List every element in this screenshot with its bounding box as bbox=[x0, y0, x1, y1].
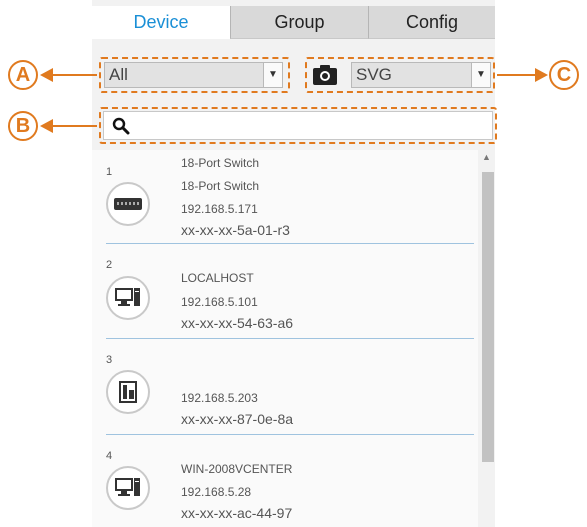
device-index: 4 bbox=[106, 450, 113, 462]
scroll-up-icon[interactable]: ▲ bbox=[478, 150, 495, 164]
device-name: LOCALHOST bbox=[181, 271, 254, 285]
server-icon bbox=[106, 370, 150, 414]
device-index: 3 bbox=[106, 354, 113, 366]
callout-c-line bbox=[497, 74, 537, 76]
tab-bar: Device Group Config bbox=[92, 6, 495, 39]
callout-a-line bbox=[52, 74, 97, 76]
device-mac: xx-xx-xx-54-63-a6 bbox=[181, 315, 294, 331]
callout-a: A bbox=[8, 60, 38, 90]
callout-a-arrow bbox=[40, 68, 53, 82]
device-ip: 192.168.5.101 bbox=[181, 295, 258, 309]
device-name: 18-Port Switch bbox=[181, 156, 260, 170]
device-list: 1 18-Port Switch 18-Port Switch 192.168.… bbox=[92, 150, 495, 527]
scroll-thumb[interactable] bbox=[482, 172, 494, 462]
chevron-down-icon[interactable]: ▼ bbox=[263, 63, 282, 87]
tab-group[interactable]: Group bbox=[230, 6, 368, 39]
list-item[interactable]: 3 192.168.5.203 xx-xx-xx-87-0e-8a bbox=[92, 340, 476, 434]
camera-icon[interactable] bbox=[312, 64, 338, 86]
device-ip: 192.168.5.203 bbox=[181, 391, 258, 405]
tab-device[interactable]: Device bbox=[92, 6, 230, 39]
scrollbar[interactable]: ▲ bbox=[478, 150, 495, 527]
device-index: 1 bbox=[106, 166, 113, 178]
device-mac: xx-xx-xx-87-0e-8a bbox=[181, 411, 294, 427]
format-dropdown[interactable]: SVG ▼ bbox=[351, 62, 491, 88]
device-mac: xx-xx-xx-5a-01-r3 bbox=[181, 222, 290, 238]
device-ip: 192.168.5.28 bbox=[181, 485, 252, 499]
callout-b-arrow bbox=[40, 119, 53, 133]
list-item[interactable]: 4 WIN-2008VCENTER 192.168.5.28 xx-xx-xx-… bbox=[92, 436, 476, 527]
search-icon bbox=[112, 117, 130, 135]
filter-dropdown[interactable]: All ▼ bbox=[104, 62, 283, 88]
list-item[interactable]: 2 LOCALHOST 192.168.5.101 xx-xx-xx-54-63… bbox=[92, 245, 476, 338]
tab-config[interactable]: Config bbox=[368, 6, 495, 39]
filter-value: All bbox=[109, 65, 128, 84]
computer-icon bbox=[106, 276, 150, 320]
list-item[interactable]: 1 18-Port Switch 18-Port Switch 192.168.… bbox=[92, 150, 476, 243]
callout-b: B bbox=[8, 111, 38, 141]
format-value: SVG bbox=[356, 65, 392, 84]
divider bbox=[106, 434, 474, 435]
chevron-down-icon[interactable]: ▼ bbox=[471, 63, 490, 87]
callout-c-arrow bbox=[535, 68, 548, 82]
computer-icon bbox=[106, 466, 150, 510]
divider bbox=[106, 338, 474, 339]
device-model: 18-Port Switch bbox=[181, 179, 260, 193]
switch-icon bbox=[106, 182, 150, 226]
device-name: WIN-2008VCENTER bbox=[181, 462, 293, 476]
callout-b-line bbox=[52, 125, 97, 127]
device-ip: 192.168.5.171 bbox=[181, 202, 258, 216]
callout-c: C bbox=[549, 60, 579, 90]
device-mac: xx-xx-xx-ac-44-97 bbox=[181, 505, 293, 521]
divider bbox=[106, 243, 474, 244]
search-input[interactable] bbox=[103, 111, 493, 140]
device-index: 2 bbox=[106, 259, 113, 271]
